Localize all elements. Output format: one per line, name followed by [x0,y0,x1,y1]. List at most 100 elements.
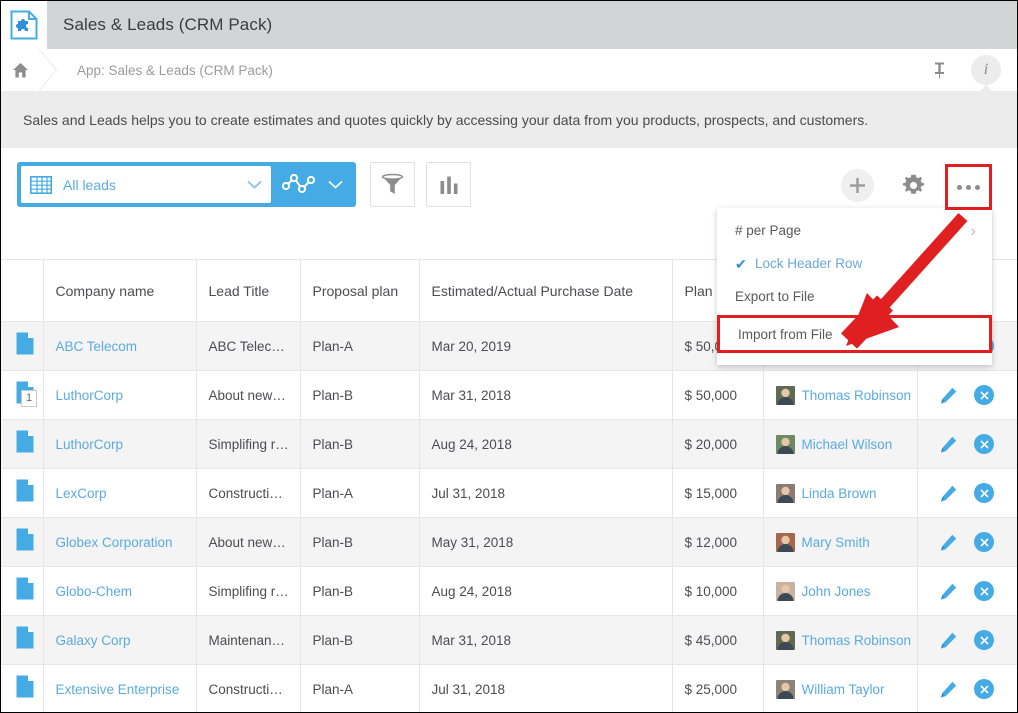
col-header-lead-title[interactable]: Lead Title [196,260,300,322]
delete-circle-icon[interactable] [974,581,994,601]
pencil-edit-icon[interactable] [940,583,957,600]
pencil-edit-icon[interactable] [940,534,957,551]
more-options-menu: # per Page › ✔ Lock Header Row Export to… [717,208,992,365]
document-icon[interactable] [13,675,37,701]
cell-document[interactable] [1,469,43,518]
chart-view-button[interactable] [271,166,352,203]
col-header-proposal-plan[interactable]: Proposal plan [300,260,419,322]
cell-document[interactable] [1,616,43,665]
home-button[interactable] [1,49,39,91]
menu-item-per-page[interactable]: # per Page › [717,214,992,247]
pencil-edit-icon[interactable] [940,436,957,453]
cell-person[interactable]: Linda Brown [763,469,917,518]
view-select-label: All leads [63,177,247,193]
document-icon[interactable] [13,626,37,652]
ellipsis-icon [957,185,980,190]
person-link[interactable]: Thomas Robinson [802,633,912,648]
cell-document[interactable] [1,567,43,616]
person-link[interactable]: Linda Brown [802,486,877,501]
pencil-edit-icon[interactable] [940,681,957,698]
col-header-company-name[interactable]: Company name [43,260,196,322]
person-link[interactable]: Thomas Robinson [802,388,912,403]
person-link[interactable]: Michael Wilson [802,437,893,452]
pencil-edit-icon[interactable] [940,485,957,502]
app-description-text: Sales and Leads helps you to create esti… [23,112,868,128]
delete-circle-icon[interactable] [974,630,994,650]
company-link[interactable]: LexCorp [56,486,107,501]
more-options-button[interactable] [945,164,992,210]
company-link[interactable]: LuthorCorp [56,388,124,403]
company-link[interactable]: ABC Telecom [56,339,138,354]
company-link[interactable]: Globo-Chem [56,584,133,599]
chevron-right-icon: › [970,222,976,239]
company-link[interactable]: Globex Corporation [56,535,173,550]
breadcrumb-actions: i [917,49,1017,91]
cell-company-name[interactable]: Globex Corporation [43,518,196,567]
document-icon[interactable] [13,479,37,505]
cell-actions [917,567,1017,616]
cell-company-name[interactable]: Globo-Chem [43,567,196,616]
person-link[interactable]: Mary Smith [802,535,870,550]
table-row[interactable]: 1LuthorCorpAbout new…Plan-BMar 31, 2018$… [1,371,1017,420]
col-header-purchase-date[interactable]: Estimated/Actual Purchase Date [419,260,672,322]
person-link[interactable]: William Taylor [802,682,885,697]
table-row[interactable]: Galaxy CorpMaintenan…Plan-BMar 31, 2018$… [1,616,1017,665]
delete-circle-icon[interactable] [974,385,994,405]
company-link[interactable]: LuthorCorp [56,437,124,452]
cell-lead-title: Maintenan… [196,616,300,665]
view-select[interactable]: All leads [21,166,271,203]
cell-purchase-date: Mar 31, 2018 [419,616,672,665]
table-row[interactable]: Extensive EnterpriseConstructi…Plan-AJul… [1,665,1017,713]
cell-amount: $ 12,000 [672,518,763,567]
cell-company-name[interactable]: LuthorCorp [43,420,196,469]
info-button[interactable]: i [971,55,1001,85]
cell-person[interactable]: William Taylor [763,665,917,713]
cell-person[interactable]: Thomas Robinson [763,616,917,665]
delete-circle-icon[interactable] [974,532,994,552]
pin-button[interactable] [917,49,961,91]
table-row[interactable]: Globo-ChemSimplifing r…Plan-BAug 24, 201… [1,567,1017,616]
cell-company-name[interactable]: ABC Telecom [43,322,196,371]
document-icon[interactable] [13,430,37,456]
pencil-edit-icon[interactable] [940,387,957,404]
menu-item-export-to-file[interactable]: Export to File [717,280,992,313]
company-link[interactable]: Galaxy Corp [56,633,131,648]
company-link[interactable]: Extensive Enterprise [56,682,180,697]
settings-button[interactable] [897,169,930,202]
cell-document[interactable]: 1 [1,371,43,420]
cell-person[interactable]: John Jones [763,567,917,616]
person-link[interactable]: John Jones [802,584,871,599]
table-row[interactable]: Globex CorporationAbout new…Plan-BMay 31… [1,518,1017,567]
cell-company-name[interactable]: Extensive Enterprise [43,665,196,713]
avatar [776,533,795,552]
chart-column-button[interactable] [426,162,471,207]
avatar [776,435,795,454]
cell-person[interactable]: Thomas Robinson [763,371,917,420]
table-row[interactable]: LuthorCorpSimplifing r…Plan-BAug 24, 201… [1,420,1017,469]
delete-circle-icon[interactable] [974,679,994,699]
cell-company-name[interactable]: LexCorp [43,469,196,518]
document-icon[interactable] [13,332,37,358]
delete-circle-icon[interactable] [974,483,994,503]
cell-document[interactable] [1,665,43,713]
table-row[interactable]: LexCorpConstructi…Plan-AJul 31, 2018$ 15… [1,469,1017,518]
cell-person[interactable]: Mary Smith [763,518,917,567]
add-record-button[interactable] [841,169,874,202]
cell-document[interactable] [1,518,43,567]
cell-company-name[interactable]: Galaxy Corp [43,616,196,665]
document-icon[interactable] [13,528,37,554]
document-icon[interactable]: 1 [13,381,37,407]
cell-document[interactable] [1,322,43,371]
col-header-doc[interactable] [1,260,43,322]
pencil-edit-icon[interactable] [940,632,957,649]
cell-company-name[interactable]: LuthorCorp [43,371,196,420]
chevron-down-icon [247,180,262,189]
document-icon[interactable] [13,577,37,603]
menu-item-lock-header-row[interactable]: ✔ Lock Header Row [717,247,992,280]
filter-button[interactable] [370,162,415,207]
breadcrumb-path[interactable]: App: Sales & Leads (CRM Pack) [77,63,273,78]
menu-item-import-from-file[interactable]: Import from File [717,315,992,353]
delete-circle-icon[interactable] [974,434,994,454]
cell-document[interactable] [1,420,43,469]
cell-person[interactable]: Michael Wilson [763,420,917,469]
